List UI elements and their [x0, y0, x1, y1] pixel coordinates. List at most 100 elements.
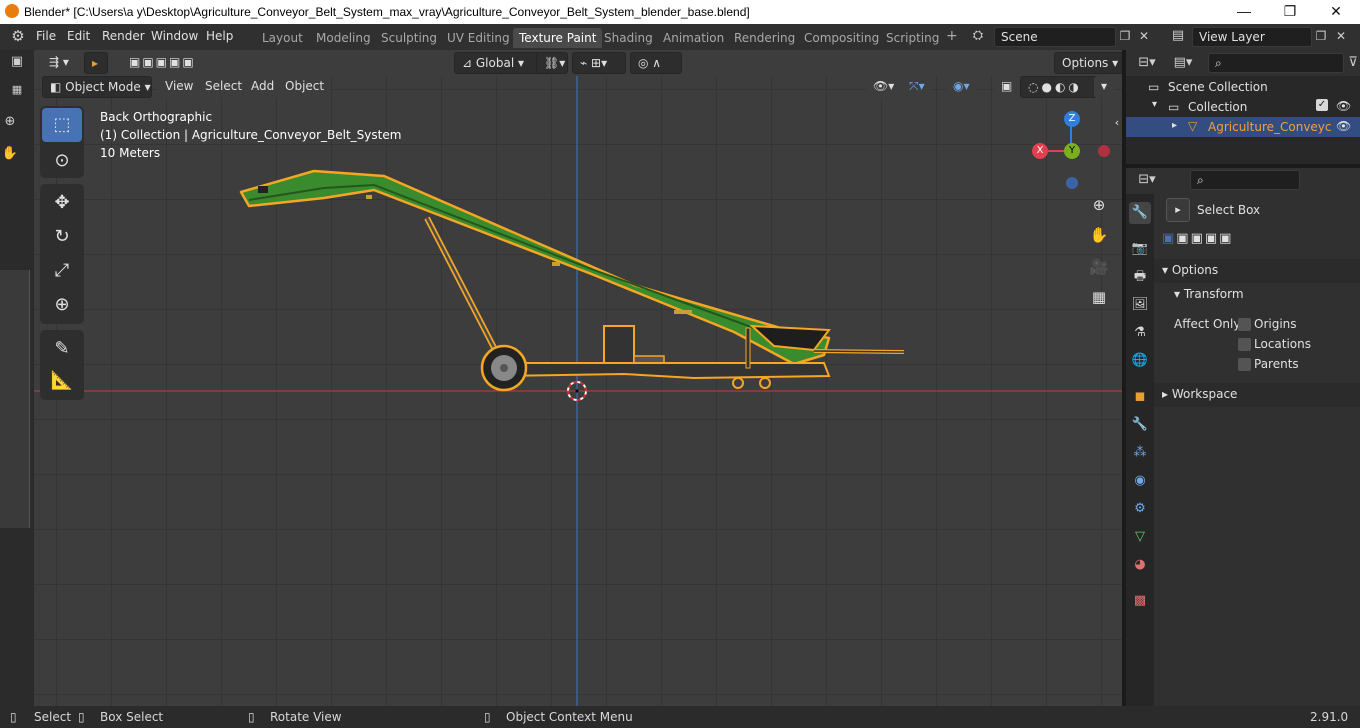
checker-icon[interactable]: ▦ [7, 80, 27, 100]
properties-editor-type-icon[interactable]: ⊟▾ [1134, 170, 1160, 190]
gizmo-neg-z-axis[interactable] [1066, 177, 1078, 189]
menu-help[interactable]: Help [206, 29, 233, 43]
measure-tool[interactable]: 📐 [42, 364, 82, 398]
new-scene-icon[interactable]: ❐ [1116, 26, 1134, 46]
menu-object[interactable]: Object [278, 76, 332, 98]
transform-panel-header[interactable]: ▾ Transform [1154, 283, 1360, 307]
area-separator[interactable] [1122, 50, 1126, 706]
tab-texture-paint[interactable]: Texture Paint [513, 28, 603, 48]
properties-search-input[interactable]: ⌕ [1190, 170, 1300, 190]
zoom-icon[interactable]: ⊕ [0, 112, 20, 132]
gizmo-neg-x-axis[interactable] [1098, 145, 1110, 157]
viewport-canvas[interactable] [34, 50, 1122, 706]
mode-dropdown[interactable]: ◧ Object Mode ▾ [42, 76, 152, 98]
selection-mode-icons[interactable]: ▣▣▣▣▣ [122, 52, 203, 74]
tab-sculpting[interactable]: Sculpting [375, 28, 443, 48]
options-dropdown[interactable]: Options ▾ [1054, 52, 1127, 74]
outliner-scene-collection[interactable]: ▭ Scene Collection [1126, 77, 1360, 97]
delete-view-layer-icon[interactable]: ✕ [1332, 26, 1350, 46]
tab-modeling[interactable]: Modeling [310, 28, 377, 48]
gizmo-x-axis[interactable]: X [1032, 143, 1048, 159]
annotate-tool[interactable]: ✎ [42, 332, 82, 366]
parents-checkbox[interactable] [1238, 358, 1251, 371]
outliner-collection[interactable]: ▾ ▭ Collection ✓ 👁 [1126, 97, 1360, 117]
overlay-toggle-icon[interactable]: ◉▾ [946, 76, 977, 98]
rotate-tool[interactable]: ↻ [42, 220, 82, 254]
menu-view[interactable]: View [158, 76, 201, 98]
hand-icon[interactable]: ✋ [0, 144, 20, 164]
visibility-eye-icon[interactable]: 👁 [1336, 99, 1351, 113]
gizmo-y-axis[interactable]: Y [1064, 143, 1080, 159]
snap-icon[interactable]: ⌁ ⊞▾ [572, 52, 626, 74]
menu-render[interactable]: Render [102, 29, 145, 43]
add-workspace-button[interactable]: + [946, 28, 958, 44]
maximize-button[interactable]: ❐ [1272, 2, 1308, 22]
tab-output-icon[interactable]: 🖶 [1129, 266, 1151, 288]
scale-tool[interactable]: ⤢ [42, 254, 82, 288]
blender-menu-icon[interactable]: ⚙ [8, 26, 28, 46]
tab-animation[interactable]: Animation [657, 28, 730, 48]
side-panel-strip[interactable] [0, 270, 30, 528]
exclude-checkbox[interactable]: ✓ [1316, 99, 1328, 111]
proportional-edit-icon[interactable]: ◎ ∧ [630, 52, 682, 74]
tab-object-icon[interactable]: ◼ [1129, 386, 1151, 408]
tab-constraints-icon[interactable]: ⚙ [1129, 498, 1151, 520]
xray-icon[interactable]: ▣ [994, 76, 1020, 98]
menu-file[interactable]: File [36, 29, 56, 43]
menu-window[interactable]: Window [151, 29, 198, 43]
menu-select[interactable]: Select [198, 76, 250, 98]
tab-material-icon[interactable]: ◕ [1129, 554, 1151, 576]
tab-render-icon[interactable]: 📷 [1129, 238, 1151, 260]
select-box-tool-icon[interactable]: ▸ [1166, 198, 1190, 222]
zoom-view-icon[interactable]: ⊕ [1086, 192, 1112, 218]
menu-add[interactable]: Add [244, 76, 282, 98]
tab-texture-icon[interactable]: ▩ [1129, 590, 1151, 612]
origins-checkbox[interactable] [1238, 318, 1251, 331]
close-button[interactable]: ✕ [1318, 2, 1354, 22]
tab-layout[interactable]: Layout [256, 28, 309, 48]
options-panel-header[interactable]: ▾ Options [1154, 259, 1360, 283]
area-separator-horizontal[interactable] [1126, 164, 1360, 168]
outliner-object-row[interactable]: ▸ ▽ Agriculture_Conveyc 👁 [1126, 117, 1360, 137]
tab-modifier-icon[interactable]: 🔧 [1129, 414, 1151, 436]
outliner-search-input[interactable]: ⌕ [1208, 53, 1344, 73]
outliner-editor-type-icon[interactable]: ⊟▾ [1134, 53, 1160, 73]
tab-shading[interactable]: Shading [598, 28, 659, 48]
view-layer-selector[interactable]: View Layer [1192, 27, 1312, 47]
tool-settings-icon[interactable]: ⇶ ▾ [42, 52, 76, 74]
ortho-toggle-icon[interactable]: ▦ [1086, 284, 1112, 310]
delete-scene-icon[interactable]: ✕ [1135, 26, 1153, 46]
expand-arrow-icon[interactable]: ▾ [1152, 99, 1157, 110]
gizmo-toggle-icon[interactable]: ⤧▾ [902, 76, 932, 98]
display-mode-icon[interactable]: ▤▾ [1170, 53, 1196, 73]
tab-particles-icon[interactable]: ⁂ [1129, 442, 1151, 464]
sidebar-toggle-icon[interactable]: ‹ [1112, 110, 1122, 136]
tab-uv-editing[interactable]: UV Editing [441, 28, 516, 48]
move-tool[interactable]: ✥ [42, 186, 82, 220]
expand-arrow-icon[interactable]: ▸ [1172, 120, 1177, 131]
visibility-icon[interactable]: 👁▾ [866, 76, 902, 98]
tab-scene-icon[interactable]: ⚗ [1129, 322, 1151, 344]
tab-tool-icon[interactable]: 🔧 [1129, 202, 1151, 224]
new-view-layer-icon[interactable]: ❐ [1312, 26, 1330, 46]
shading-options-icon[interactable]: ▾ [1094, 76, 1115, 98]
locations-checkbox[interactable] [1238, 338, 1251, 351]
select-box-tool[interactable]: ⬚ [42, 108, 82, 142]
tab-world-icon[interactable]: 🌐 [1129, 350, 1151, 372]
pivot-point-icon[interactable]: ⛓▾ [536, 52, 568, 74]
tab-compositing[interactable]: Compositing [798, 28, 885, 48]
tab-rendering[interactable]: Rendering [728, 28, 801, 48]
filter-icon[interactable]: ⊽ [1346, 53, 1360, 73]
scene-selector[interactable]: Scene [994, 27, 1116, 47]
tab-view-layer-icon[interactable]: 🖼 [1129, 294, 1151, 316]
gizmo-z-axis[interactable]: Z [1064, 111, 1080, 127]
camera-view-icon[interactable]: 🎥 [1086, 254, 1112, 280]
menu-edit[interactable]: Edit [67, 29, 90, 43]
3d-viewport[interactable] [34, 50, 1122, 706]
pan-view-icon[interactable]: ✋ [1086, 222, 1112, 248]
object-visibility-eye-icon[interactable]: 👁 [1336, 119, 1351, 133]
shading-mode-icons[interactable]: ◌●◐◑ [1020, 76, 1104, 98]
editor-type-icon[interactable]: ▣ [7, 52, 27, 72]
scene-icon[interactable]: ⛭ [966, 26, 990, 46]
tab-physics-icon[interactable]: ◉ [1129, 470, 1151, 492]
